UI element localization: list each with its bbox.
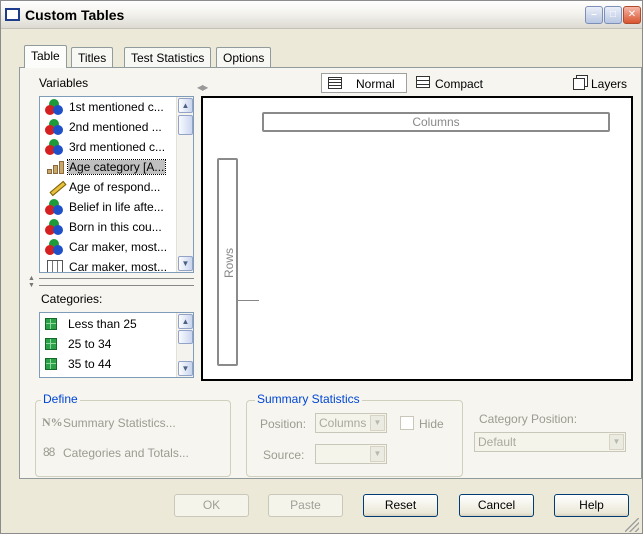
table-view-icon	[328, 77, 342, 89]
tab-table[interactable]: Table	[24, 45, 67, 68]
nominal-icon	[45, 99, 67, 115]
list-item[interactable]: Car maker, most...	[43, 257, 175, 272]
summary-statistics-legend: Summary Statistics	[255, 392, 362, 406]
splitter-handle-icon[interactable]: ◀▶	[197, 83, 208, 92]
variables-list[interactable]: 1st mentioned c... 2nd mentioned ... 3rd…	[39, 96, 194, 273]
summary-statistics-button[interactable]: Summary Statistics...	[63, 416, 176, 430]
nominal-icon	[45, 119, 67, 135]
reset-button[interactable]: Reset	[363, 494, 438, 517]
list-item[interactable]: Born in this cou...	[43, 217, 175, 237]
window-title: Custom Tables	[25, 7, 125, 23]
tab-test-statistics[interactable]: Test Statistics	[124, 47, 212, 67]
nominal-icon	[45, 199, 67, 215]
title-bar[interactable]: Custom Tables – □ ✕	[1, 1, 642, 29]
category-position-select[interactable]: Default ▼	[474, 432, 626, 452]
hide-checkbox[interactable]	[400, 416, 414, 430]
view-layers-button[interactable]: Layers	[591, 77, 627, 91]
help-button[interactable]: Help	[554, 494, 629, 517]
list-item[interactable]: 1st mentioned c...	[43, 97, 175, 117]
rows-drop-zone[interactable]: Rows	[217, 158, 238, 366]
categories-label: Categories:	[41, 292, 103, 306]
variables-scrollbar[interactable]: ▲ ▼	[176, 97, 193, 272]
scroll-down-icon[interactable]: ▼	[178, 256, 193, 271]
scale-icon	[47, 179, 67, 197]
view-normal-button[interactable]: Normal	[321, 73, 407, 93]
chevron-down-icon: ▼	[370, 415, 385, 431]
columns-drop-zone[interactable]: Columns	[262, 112, 610, 132]
table-canvas[interactable]	[201, 96, 633, 381]
scroll-down-icon[interactable]: ▼	[178, 361, 193, 376]
multiple-response-icon	[47, 260, 63, 272]
window-icon	[5, 8, 20, 21]
categories-and-totals-button[interactable]: Categories and Totals...	[63, 446, 189, 460]
position-label: Position:	[260, 417, 307, 431]
list-item[interactable]: 2nd mentioned ...	[43, 117, 175, 137]
scroll-up-icon[interactable]: ▲	[178, 98, 193, 113]
cancel-button[interactable]: Cancel	[459, 494, 534, 517]
horizontal-splitter[interactable]	[39, 278, 194, 286]
list-item-selected[interactable]: Age category [A...	[43, 157, 175, 177]
chevron-down-icon: ▼	[609, 434, 624, 450]
list-item[interactable]: Car maker, most...	[43, 237, 175, 257]
tab-options[interactable]: Options	[216, 47, 272, 67]
custom-tables-dialog: Custom Tables – □ ✕ Table Titles Test St…	[0, 0, 643, 534]
position-select[interactable]: Columns ▼	[315, 413, 387, 433]
category-icon	[45, 358, 57, 370]
rows-tick	[238, 300, 259, 301]
define-legend: Define	[41, 392, 80, 406]
categories-list[interactable]: Less than 25 25 to 34 35 to 44 ▲ ▼	[39, 312, 194, 378]
rows-label: Rows	[222, 248, 236, 279]
source-label: Source:	[263, 448, 305, 462]
list-item[interactable]: 3rd mentioned c...	[43, 137, 175, 157]
chevron-down-icon: ▼	[370, 446, 385, 462]
nominal-icon	[45, 139, 67, 155]
variables-label: Variables	[39, 76, 89, 90]
ordinal-icon	[45, 160, 67, 176]
summary-statistics-group	[246, 400, 463, 477]
list-item[interactable]: Age of respond...	[43, 177, 175, 197]
layers-icon[interactable]	[573, 78, 585, 90]
source-select[interactable]: ▼	[315, 444, 387, 464]
minimize-button[interactable]: –	[585, 6, 603, 24]
resize-grip-icon[interactable]	[625, 518, 639, 532]
tab-titles[interactable]: Titles	[71, 47, 114, 67]
define-group	[35, 400, 231, 477]
compact-view-icon[interactable]	[416, 76, 430, 88]
category-position-label: Category Position:	[479, 412, 578, 426]
categories-scrollbar[interactable]: ▲ ▼	[176, 313, 193, 377]
nominal-icon	[45, 239, 67, 255]
maximize-button[interactable]: □	[604, 6, 622, 24]
nominal-icon	[45, 219, 67, 235]
splitter-vertical-icon[interactable]: ▲ ▼	[28, 275, 35, 289]
close-button[interactable]: ✕	[623, 6, 641, 24]
hide-label: Hide	[419, 417, 444, 431]
scroll-thumb[interactable]	[178, 115, 193, 135]
category-icon	[45, 318, 57, 330]
paste-button[interactable]: Paste	[268, 494, 343, 517]
view-compact-button[interactable]: Compact	[435, 77, 483, 91]
ok-button[interactable]: OK	[174, 494, 249, 517]
list-item[interactable]: Belief in life afte...	[43, 197, 175, 217]
scroll-thumb[interactable]	[178, 330, 193, 344]
summary-percent-icon: N%	[42, 415, 63, 429]
category-icon	[45, 338, 57, 350]
scroll-up-icon[interactable]: ▲	[178, 314, 193, 329]
categories-icon: 8​8	[43, 445, 55, 459]
